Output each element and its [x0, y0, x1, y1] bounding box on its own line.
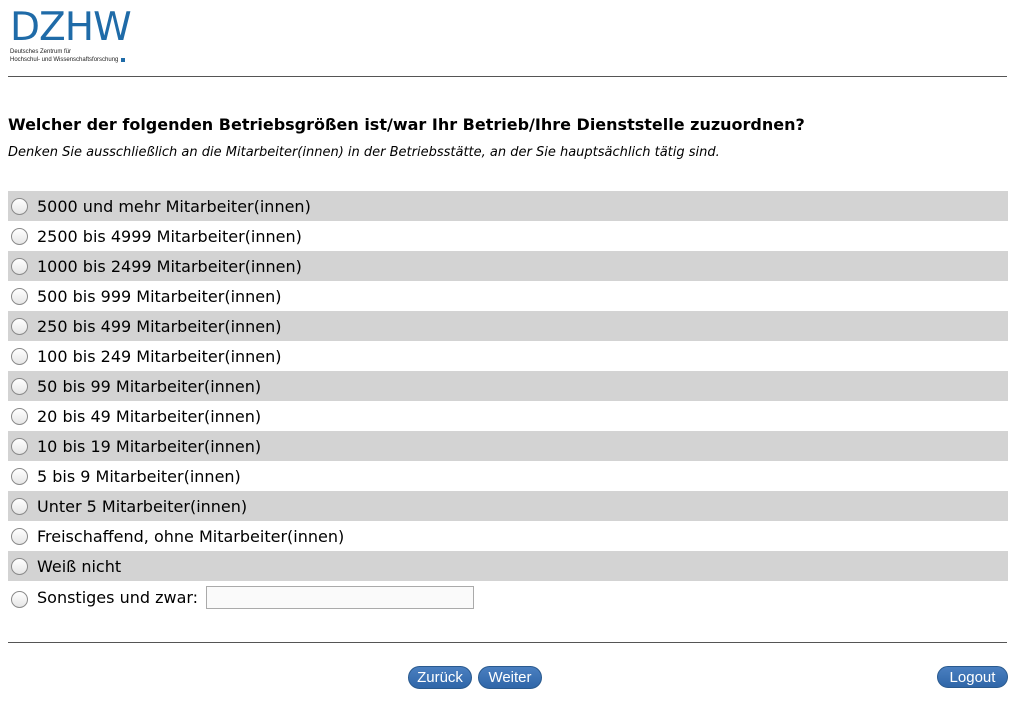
radio-button[interactable]: [11, 317, 28, 335]
radio-button[interactable]: [11, 197, 28, 215]
option-5000-plus[interactable]: 5000 und mehr Mitarbeiter(innen): [8, 191, 1008, 221]
other-text-input[interactable]: [206, 585, 475, 609]
answer-options: 5000 und mehr Mitarbeiter(innen) 2500 bi…: [8, 191, 1008, 613]
radio-button[interactable]: [11, 527, 28, 545]
survey-page: DZHW Deutsches Zentrum für Hochschul- un…: [0, 0, 1024, 706]
option-label: Sonstiges und zwar:: [37, 587, 199, 607]
option-label: Unter 5 Mitarbeiter(innen): [37, 496, 248, 516]
logo-wordmark: DZHW: [10, 5, 132, 50]
option-other[interactable]: Sonstiges und zwar:: [8, 581, 1008, 613]
dzhw-logo: DZHW Deutsches Zentrum für Hochschul- un…: [10, 8, 145, 68]
next-button[interactable]: Weiter: [478, 666, 542, 689]
option-2500-4999[interactable]: 2500 bis 4999 Mitarbeiter(innen): [8, 221, 1008, 251]
option-label: 50 bis 99 Mitarbeiter(innen): [37, 376, 262, 396]
radio-button[interactable]: [11, 497, 28, 515]
radio-button[interactable]: [11, 227, 28, 245]
radio-button[interactable]: [11, 257, 28, 275]
option-50-99[interactable]: 50 bis 99 Mitarbeiter(innen): [8, 371, 1008, 401]
option-label: 500 bis 999 Mitarbeiter(innen): [37, 286, 282, 306]
option-label: 10 bis 19 Mitarbeiter(innen): [37, 436, 262, 456]
question-hint: Denken Sie ausschließlich an die Mitarbe…: [8, 145, 720, 160]
radio-button[interactable]: [11, 590, 28, 608]
option-label: 100 bis 249 Mitarbeiter(innen): [37, 346, 282, 366]
option-label: 2500 bis 4999 Mitarbeiter(innen): [37, 226, 302, 246]
question-text: Welcher der folgenden Betriebsgrößen ist…: [8, 115, 805, 134]
radio-button[interactable]: [11, 407, 28, 425]
option-label: Weiß nicht: [37, 556, 122, 576]
option-freelance[interactable]: Freischaffend, ohne Mitarbeiter(innen): [8, 521, 1008, 551]
option-label: 1000 bis 2499 Mitarbeiter(innen): [37, 256, 302, 276]
option-5-9[interactable]: 5 bis 9 Mitarbeiter(innen): [8, 461, 1008, 491]
option-100-249[interactable]: 100 bis 249 Mitarbeiter(innen): [8, 341, 1008, 371]
radio-button[interactable]: [11, 287, 28, 305]
logo-square-icon: [121, 58, 126, 62]
option-1000-2499[interactable]: 1000 bis 2499 Mitarbeiter(innen): [8, 251, 1008, 281]
logout-button[interactable]: Logout: [937, 666, 1008, 688]
option-dont-know[interactable]: Weiß nicht: [8, 551, 1008, 581]
logo-subtitle: Deutsches Zentrum für Hochschul- und Wis…: [10, 48, 126, 64]
radio-button[interactable]: [11, 437, 28, 455]
radio-button[interactable]: [11, 347, 28, 365]
option-500-999[interactable]: 500 bis 999 Mitarbeiter(innen): [8, 281, 1008, 311]
header-divider: [8, 76, 1007, 77]
option-under-5[interactable]: Unter 5 Mitarbeiter(innen): [8, 491, 1008, 521]
option-label: 20 bis 49 Mitarbeiter(innen): [37, 406, 262, 426]
option-label: 250 bis 499 Mitarbeiter(innen): [37, 316, 282, 336]
logo-subtitle-line1: Deutsches Zentrum für: [10, 49, 72, 55]
option-label: Freischaffend, ohne Mitarbeiter(innen): [37, 526, 345, 546]
option-label: 5000 und mehr Mitarbeiter(innen): [37, 196, 311, 216]
option-label: 5 bis 9 Mitarbeiter(innen): [37, 466, 241, 486]
logo-subtitle-line2: Hochschul- und Wissenschaftsforschung: [10, 56, 126, 64]
back-button[interactable]: Zurück: [408, 666, 472, 689]
footer-divider: [8, 642, 1007, 643]
radio-button[interactable]: [11, 467, 28, 485]
radio-button[interactable]: [11, 557, 28, 575]
radio-button[interactable]: [11, 377, 28, 395]
option-20-49[interactable]: 20 bis 49 Mitarbeiter(innen): [8, 401, 1008, 431]
option-250-499[interactable]: 250 bis 499 Mitarbeiter(innen): [8, 311, 1008, 341]
option-10-19[interactable]: 10 bis 19 Mitarbeiter(innen): [8, 431, 1008, 461]
